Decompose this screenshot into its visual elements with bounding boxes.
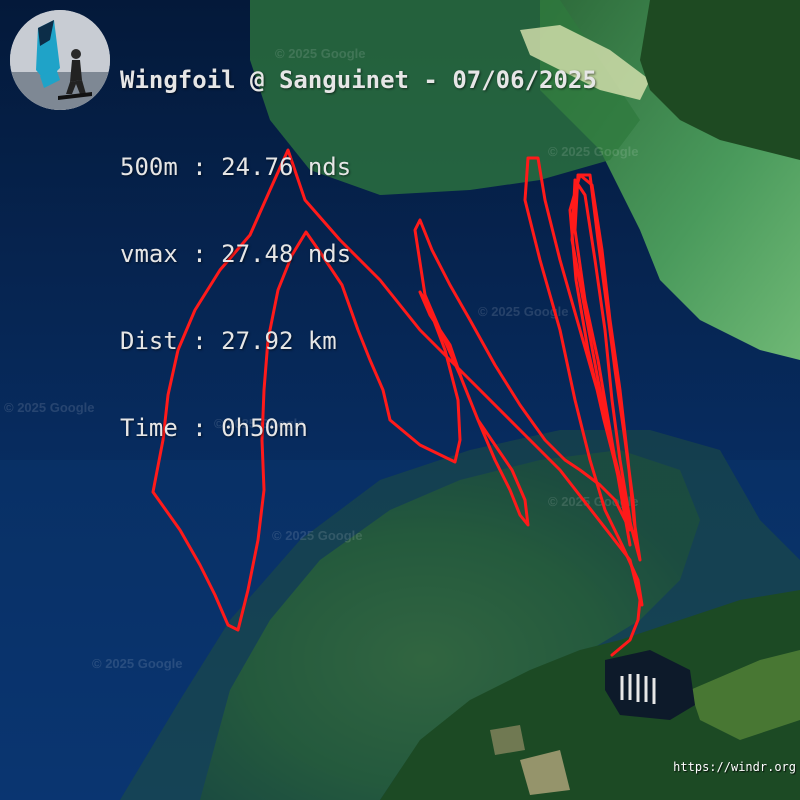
stat-distance: Dist : 27.92 km — [120, 327, 337, 355]
field-patch-2 — [490, 725, 525, 755]
session-title: Wingfoil @ Sanguinet - 07/06/2025 — [120, 66, 597, 94]
svg-text:© 2025 Google: © 2025 Google — [4, 400, 95, 415]
site-credit[interactable]: https://windr.org — [673, 760, 796, 774]
svg-text:© 2025 Google: © 2025 Google — [272, 528, 363, 543]
stat-vmax: vmax : 27.48 nds — [120, 240, 352, 268]
rider-avatar — [10, 10, 110, 110]
stat-500m: 500m : 24.76 nds — [120, 153, 352, 181]
stat-time: Time : 0h50mn — [120, 414, 308, 442]
wingfoil-rider-icon — [10, 10, 110, 110]
session-stats: Wingfoil @ Sanguinet - 07/06/2025 500m :… — [120, 8, 597, 472]
svg-text:© 2025 Google: © 2025 Google — [92, 656, 183, 671]
